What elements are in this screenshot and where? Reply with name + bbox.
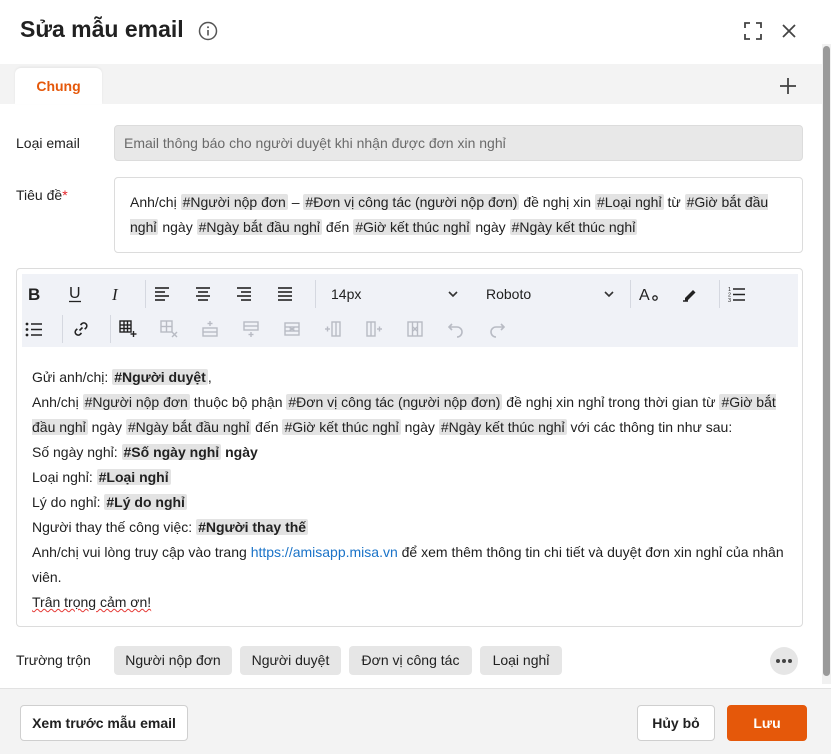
body-line: Gửi anh/chị: #Người duyệt, [32, 369, 212, 385]
add-tab-icon[interactable] [777, 75, 799, 97]
merge-tag: #Loại nghỉ [96, 469, 171, 485]
merge-tag: #Lý do nghỉ [104, 494, 187, 510]
tab-general[interactable]: Chung [15, 68, 102, 104]
redo-icon[interactable] [486, 318, 508, 340]
subject-label: Tiêu đề* [16, 187, 68, 203]
edit-email-template-dialog: Sửa mẫu email Chung Loại email Email thô… [0, 0, 831, 754]
merge-fields-label: Trường trộn [16, 652, 91, 668]
expand-icon[interactable] [743, 21, 763, 41]
align-center-icon[interactable] [192, 283, 214, 305]
merge-tag: #Đơn vị công tác (người nộp đơn) [303, 194, 520, 210]
portal-link[interactable]: https://amisapp.misa.vn [251, 544, 398, 560]
link-icon[interactable] [70, 318, 92, 340]
merge-tag: #Giờ kết thúc nghỉ [282, 419, 401, 435]
email-type-field: Email thông báo cho người duyệt khi nhận… [114, 125, 803, 161]
insert-column-right-icon[interactable] [363, 318, 385, 340]
body-line: Anh/chị vui lòng truy cập vào trang http… [32, 544, 784, 585]
info-icon[interactable] [198, 21, 218, 41]
merge-chip-approver[interactable]: Người duyệt [240, 646, 341, 675]
body-line: Người thay thế công việc: #Người thay th… [32, 519, 309, 535]
merge-tag: #Người nộp đơn [82, 394, 190, 410]
merge-tag: #Loại nghỉ [594, 194, 664, 210]
font-size-icon[interactable]: A [638, 283, 660, 305]
body-line: Trân trọng cảm ơn! [32, 594, 152, 610]
close-icon[interactable] [779, 21, 799, 41]
svg-text:I: I [111, 286, 119, 302]
merge-chip-leave-type[interactable]: Loại nghỉ [480, 646, 562, 675]
tab-bar: Chung [0, 64, 822, 104]
merge-tag: #Người nộp đơn [180, 194, 288, 210]
insert-row-below-icon[interactable] [240, 318, 262, 340]
merge-tag: #Đơn vị công tác (người nộp đơn) [286, 394, 503, 410]
align-left-icon[interactable] [151, 283, 173, 305]
merge-chip-applicant[interactable]: Người nộp đơn [114, 646, 232, 675]
align-right-icon[interactable] [233, 283, 255, 305]
merge-tag: #Ngày kết thúc nghỉ [438, 419, 567, 435]
chevron-down-icon [448, 291, 458, 298]
highlight-icon[interactable] [679, 283, 701, 305]
merge-tag: #Ngày bắt đầu nghỉ [196, 219, 323, 235]
insert-table-icon[interactable] [117, 318, 139, 340]
body-line: Số ngày nghỉ: #Số ngày nghỉ ngày [32, 444, 258, 460]
svg-text:B: B [28, 286, 40, 302]
editor-toolbar: B U I 14px Roboto A 1 2 3 [22, 274, 798, 347]
more-icon[interactable] [770, 647, 798, 675]
body-line: Lý do nghỉ: #Lý do nghỉ [32, 494, 187, 510]
subject-input[interactable]: Anh/chị #Người nộp đơn – #Đơn vị công tá… [114, 177, 803, 253]
merge-tag: #Ngày bắt đầu nghỉ [125, 419, 252, 435]
merge-tag: #Người duyệt [112, 369, 208, 385]
ordered-list-icon[interactable]: 123 [726, 283, 748, 305]
delete-column-icon[interactable] [404, 318, 426, 340]
delete-row-icon[interactable] [281, 318, 303, 340]
merge-tag: #Số ngày nghỉ [121, 444, 222, 460]
email-type-label: Loại email [16, 135, 80, 151]
save-button[interactable]: Lưu [727, 705, 807, 741]
email-body-editor[interactable]: B U I 14px Roboto A 1 2 3 Gửi anh/chị: #… [16, 268, 803, 627]
chevron-down-icon [604, 291, 614, 298]
undo-icon[interactable] [445, 318, 467, 340]
svg-text:A: A [639, 287, 650, 303]
underline-icon[interactable]: U [64, 283, 86, 305]
scrollbar-thumb[interactable] [823, 46, 830, 676]
dialog-footer: Xem trước mẫu email Hủy bỏ Lưu [0, 688, 831, 754]
unordered-list-icon[interactable] [23, 318, 45, 340]
dialog-title: Sửa mẫu email [20, 16, 184, 42]
bold-icon[interactable]: B [23, 283, 45, 305]
dialog-header: Sửa mẫu email [0, 0, 831, 64]
merge-tag: #Người thay thế [196, 519, 309, 535]
insert-column-left-icon[interactable] [322, 318, 344, 340]
align-justify-icon[interactable] [274, 283, 296, 305]
font-size-select[interactable]: 14px [331, 280, 461, 308]
merge-tag: #Ngày kết thúc nghỉ [509, 219, 638, 235]
delete-table-icon[interactable] [158, 318, 180, 340]
insert-row-above-icon[interactable] [199, 318, 221, 340]
italic-icon[interactable]: I [105, 283, 127, 305]
body-line: Loại nghỉ: #Loại nghỉ [32, 469, 171, 485]
cancel-button[interactable]: Hủy bỏ [637, 705, 715, 741]
font-family-select[interactable]: Roboto [486, 280, 616, 308]
body-line: Anh/chị #Người nộp đơn thuộc bộ phận #Đơ… [32, 394, 776, 435]
svg-text:U: U [69, 285, 81, 302]
svg-text:3: 3 [728, 298, 731, 302]
preview-template-button[interactable]: Xem trước mẫu email [20, 705, 188, 741]
merge-chip-department[interactable]: Đơn vị công tác [349, 646, 472, 675]
required-marker: * [62, 187, 68, 203]
email-body-content[interactable]: Gửi anh/chị: #Người duyệt, Anh/chị #Ngườ… [32, 365, 792, 615]
merge-tag: #Giờ kết thúc nghỉ [353, 219, 472, 235]
